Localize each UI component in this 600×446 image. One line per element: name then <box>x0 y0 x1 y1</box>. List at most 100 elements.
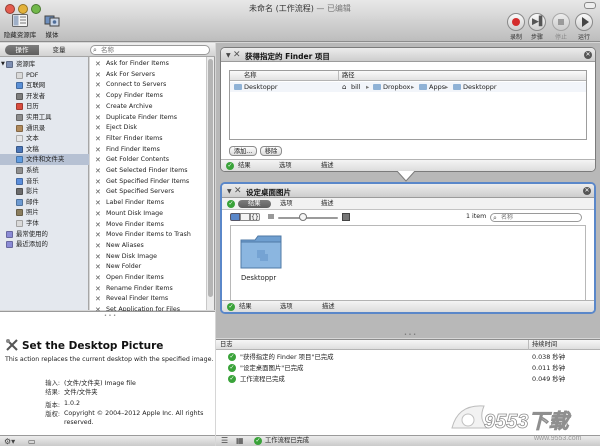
list-item[interactable]: ✕ Label Finder Items <box>90 198 210 209</box>
close-icon[interactable]: ✕ <box>583 187 591 195</box>
sidebar-item[interactable]: 字体 <box>0 218 89 229</box>
sidebar-item[interactable]: 日历 <box>0 101 89 112</box>
list-item[interactable]: ✕ Get Specified Servers <box>90 187 210 198</box>
results-view[interactable]: Desktoppr <box>230 225 586 301</box>
close-icon[interactable]: ✕ <box>584 51 592 59</box>
list-item[interactable]: ✕ New Disk Image <box>90 252 210 263</box>
remove-button[interactable]: 移除 <box>260 146 282 156</box>
list-item[interactable]: ✕ Find Finder Items <box>90 145 210 156</box>
list-view-icon[interactable]: ☰ <box>221 436 228 446</box>
disclosure-triangle-icon[interactable]: ▼ <box>227 188 232 195</box>
stop-button[interactable] <box>552 13 570 31</box>
sidebar-item[interactable]: 照片 <box>0 207 89 218</box>
tab-actions[interactable]: 操作 <box>5 45 39 55</box>
resize-grip-icon[interactable]: • • • <box>404 332 416 338</box>
sidebar-item[interactable]: 系统 <box>0 165 89 176</box>
table-row[interactable]: Desktoppr ⌂ bill ▸ Dropbox ▸ Apps ▸ Desk… <box>230 82 586 92</box>
list-item[interactable]: ✕ Get Folder Contents <box>90 155 210 166</box>
list-item[interactable]: ✕ Get Specified Finder Items <box>90 177 210 188</box>
column-log[interactable]: 日志 <box>220 340 233 350</box>
list-item[interactable]: ✕ Move Finder Items <box>90 220 210 231</box>
list-item[interactable]: ✕ Copy Finder Items <box>90 91 210 102</box>
sidebar-item[interactable]: 邮件 <box>0 197 89 208</box>
list-item[interactable]: ✕ Reveal Finder Items <box>90 294 210 305</box>
library-search[interactable]: ⌕ <box>90 45 210 55</box>
results-search[interactable]: ⌕ <box>490 213 582 222</box>
set-desktop-picture-card[interactable]: ▼ ✕ 设定桌面图片 ✕ ✓ 结果 选项 描述 {} 1 item ⌕ 名称 D… <box>220 182 596 314</box>
tab-description[interactable]: 描述 <box>321 198 334 210</box>
list-item[interactable]: ✕ Connect to Servers <box>90 80 210 91</box>
grid-view-icon[interactable]: ▦ <box>236 436 244 446</box>
sidebar-item[interactable]: 文稿 <box>0 144 89 155</box>
log-row[interactable]: ✓ "设定桌面图片"已完成 0.011 秒钟 <box>216 363 600 373</box>
footer-results[interactable]: 结果 <box>239 301 252 312</box>
run-button[interactable] <box>575 13 593 31</box>
list-item[interactable]: ✕ Open Finder Items <box>90 273 210 284</box>
gear-menu-icon[interactable]: ⚙▾ <box>4 437 15 446</box>
sidebar-item[interactable]: ▼ 资源库 <box>0 59 89 70</box>
icon-size-slider[interactable] <box>278 217 338 219</box>
list-item[interactable]: ✕ Create Archive <box>90 102 210 113</box>
sidebar-item[interactable]: 最近添加的 <box>0 239 89 250</box>
sidebar-item[interactable]: PDF <box>0 70 89 81</box>
list-item[interactable]: ✕ Eject Disk <box>90 123 210 134</box>
list-item[interactable]: ✕ Ask For Servers <box>90 70 210 81</box>
footer-options[interactable]: 选项 <box>280 301 293 312</box>
sidebar-item[interactable]: 影片 <box>0 186 89 197</box>
sidebar-item[interactable]: 文件和文件夹 <box>0 154 89 165</box>
tab-variables[interactable]: 变量 <box>39 45 79 55</box>
sidebar-item[interactable]: 音乐 <box>0 176 89 187</box>
add-button[interactable]: 添加... <box>229 146 257 156</box>
disclosure-triangle-icon[interactable]: ▼ <box>226 52 231 59</box>
sidebar-item[interactable]: 最常使用的 <box>0 229 89 240</box>
scrollbar-thumb[interactable] <box>208 59 213 297</box>
list-item[interactable]: ✕ Ask for Finder Items <box>90 59 210 70</box>
disclosure-triangle-icon[interactable]: ▼ <box>1 59 5 70</box>
record-button[interactable] <box>507 13 525 31</box>
card-header[interactable]: ▼ ✕ 获得指定的 Finder 项目 ✕ <box>221 48 595 62</box>
slider-knob[interactable] <box>299 213 307 221</box>
footer-description[interactable]: 描述 <box>321 160 334 171</box>
finder-items-table[interactable]: 名称 路径 Desktoppr ⌂ bill ▸ Dropbox ▸ Apps … <box>229 70 587 140</box>
toolbar-toggle-icon[interactable] <box>584 2 596 9</box>
column-path[interactable]: 路径 <box>342 71 355 81</box>
list-view-button[interactable] <box>240 213 250 221</box>
get-specified-finder-items-card[interactable]: ▼ ✕ 获得指定的 Finder 项目 ✕ 名称 路径 Desktoppr ⌂ … <box>220 47 596 172</box>
tab-options[interactable]: 选项 <box>280 198 293 210</box>
icon-view-button[interactable] <box>230 213 240 221</box>
footer-options[interactable]: 选项 <box>279 160 292 171</box>
list-item[interactable]: ✕ Filter Finder Items <box>90 134 210 145</box>
card-header[interactable]: ▼ ✕ 设定桌面图片 ✕ <box>222 184 594 198</box>
folder-icon[interactable] <box>239 234 283 270</box>
column-duration[interactable]: 持续时间 <box>532 340 557 350</box>
footer-results[interactable]: 结果 <box>238 160 251 171</box>
step-button[interactable]: ▶▌ <box>528 13 546 31</box>
log-row[interactable]: ✓ 工作流程已完成 0.049 秒钟 <box>216 374 600 384</box>
column-name[interactable]: 名称 <box>244 71 257 81</box>
log-row[interactable]: ✓ "获得指定的 Finder 项目"已完成 0.038 秒钟 <box>216 352 600 362</box>
list-item[interactable]: ✕ Rename Finder Items <box>90 284 210 295</box>
sidebar-item[interactable]: 文本 <box>0 133 89 144</box>
list-item[interactable]: ✕ Get Selected Finder Items <box>90 166 210 177</box>
hide-library-button[interactable]: 隐藏资源库 <box>3 14 37 39</box>
check-icon: ✓ <box>228 364 236 372</box>
sidebar-item[interactable]: 开发者 <box>0 91 89 102</box>
show-description-icon[interactable]: ▭ <box>28 437 36 446</box>
media-button[interactable]: 媒体 <box>40 14 64 39</box>
list-item[interactable]: ✕ Move Finder Items to Trash <box>90 230 210 241</box>
hide-library-label: 隐藏资源库 <box>3 31 37 39</box>
sidebar-item[interactable]: 实用工具 <box>0 112 89 123</box>
sidebar-item[interactable]: 通讯录 <box>0 123 89 134</box>
list-item[interactable]: ✕ Mount Disk Image <box>90 209 210 220</box>
action-list-scrollbar[interactable] <box>206 57 214 310</box>
list-item[interactable]: ✕ Duplicate Finder Items <box>90 113 210 124</box>
tab-results[interactable]: 结果 <box>238 200 271 208</box>
sidebar-item[interactable]: 互联网 <box>0 80 89 91</box>
library-search-input[interactable] <box>101 46 201 54</box>
resize-grip-icon[interactable]: • • • <box>104 313 116 319</box>
footer-description[interactable]: 描述 <box>322 301 335 312</box>
list-item[interactable]: ✕ New Aliases <box>90 241 210 252</box>
results-search-input[interactable] <box>501 214 579 221</box>
code-view-button[interactable]: {} <box>250 213 260 221</box>
list-item[interactable]: ✕ New Folder <box>90 262 210 273</box>
